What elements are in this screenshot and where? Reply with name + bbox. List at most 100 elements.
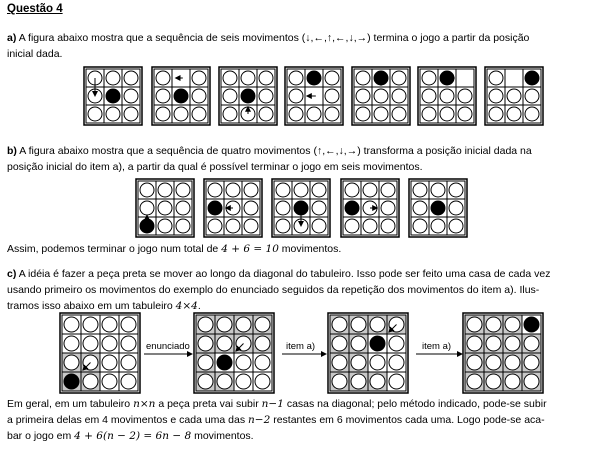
white-piece bbox=[362, 182, 378, 198]
white-piece bbox=[258, 106, 274, 122]
white-piece bbox=[369, 373, 386, 390]
white-piece bbox=[258, 70, 274, 86]
white-piece bbox=[448, 218, 464, 234]
white-piece bbox=[105, 70, 121, 86]
board bbox=[218, 66, 278, 126]
white-piece bbox=[155, 88, 171, 104]
white-piece bbox=[139, 182, 155, 198]
white-piece bbox=[306, 106, 322, 122]
white-piece bbox=[197, 354, 214, 371]
white-piece bbox=[235, 354, 252, 371]
white-piece bbox=[430, 218, 446, 234]
board bbox=[135, 178, 195, 238]
white-piece bbox=[157, 218, 173, 234]
white-piece bbox=[412, 200, 428, 216]
black-piece bbox=[105, 88, 121, 104]
white-piece bbox=[380, 218, 396, 234]
white-piece bbox=[191, 88, 207, 104]
white-piece bbox=[504, 316, 521, 333]
white-piece bbox=[391, 106, 407, 122]
white-piece bbox=[350, 335, 367, 352]
white-piece bbox=[485, 316, 502, 333]
white-piece bbox=[355, 70, 371, 86]
white-piece bbox=[87, 106, 103, 122]
white-piece bbox=[197, 335, 214, 352]
white-piece bbox=[63, 316, 80, 333]
white-piece bbox=[457, 106, 473, 122]
white-piece bbox=[388, 373, 405, 390]
white-piece bbox=[421, 106, 437, 122]
white-piece bbox=[466, 316, 483, 333]
white-piece bbox=[485, 354, 502, 371]
white-piece bbox=[123, 88, 139, 104]
white-piece bbox=[457, 88, 473, 104]
white-piece bbox=[466, 354, 483, 371]
white-piece bbox=[216, 373, 233, 390]
white-piece bbox=[331, 316, 348, 333]
white-piece bbox=[101, 373, 118, 390]
black-piece bbox=[430, 200, 446, 216]
board bbox=[83, 66, 143, 126]
white-piece bbox=[355, 88, 371, 104]
white-piece bbox=[350, 316, 367, 333]
white-piece bbox=[288, 88, 304, 104]
white-piece bbox=[175, 200, 191, 216]
white-piece bbox=[448, 200, 464, 216]
black-piece bbox=[63, 373, 80, 390]
arrow-enunciado-label: enunciado bbox=[146, 341, 190, 352]
white-piece bbox=[222, 70, 238, 86]
white-piece bbox=[488, 70, 504, 86]
white-piece bbox=[504, 335, 521, 352]
board-figures: enunciado item a) item a) bbox=[59, 66, 544, 394]
white-piece bbox=[388, 335, 405, 352]
white-piece bbox=[216, 316, 233, 333]
white-piece bbox=[101, 354, 118, 371]
white-piece bbox=[506, 88, 522, 104]
white-piece bbox=[524, 88, 540, 104]
white-piece bbox=[311, 218, 327, 234]
board bbox=[462, 312, 544, 394]
white-piece bbox=[488, 88, 504, 104]
black-piece bbox=[369, 335, 386, 352]
white-piece bbox=[362, 218, 378, 234]
black-piece bbox=[524, 70, 540, 86]
white-piece bbox=[173, 106, 189, 122]
black-piece bbox=[207, 200, 223, 216]
black-piece bbox=[523, 316, 540, 333]
white-piece bbox=[523, 354, 540, 371]
white-piece bbox=[430, 182, 446, 198]
white-piece bbox=[380, 200, 396, 216]
white-piece bbox=[191, 70, 207, 86]
white-piece bbox=[235, 316, 252, 333]
white-piece bbox=[350, 373, 367, 390]
white-piece bbox=[485, 335, 502, 352]
white-piece bbox=[197, 373, 214, 390]
white-piece bbox=[331, 373, 348, 390]
white-piece bbox=[207, 182, 223, 198]
white-piece bbox=[311, 200, 327, 216]
white-piece bbox=[63, 354, 80, 371]
black-piece bbox=[306, 70, 322, 86]
white-piece bbox=[123, 106, 139, 122]
white-piece bbox=[288, 106, 304, 122]
white-piece bbox=[391, 70, 407, 86]
white-piece bbox=[225, 218, 241, 234]
white-piece bbox=[101, 316, 118, 333]
white-piece bbox=[344, 182, 360, 198]
white-piece bbox=[523, 373, 540, 390]
white-piece bbox=[120, 354, 137, 371]
white-piece bbox=[466, 373, 483, 390]
white-piece bbox=[216, 335, 233, 352]
white-piece bbox=[155, 70, 171, 86]
white-piece bbox=[524, 106, 540, 122]
white-piece bbox=[240, 70, 256, 86]
white-piece bbox=[331, 335, 348, 352]
white-piece bbox=[243, 218, 259, 234]
board-cell bbox=[455, 68, 475, 88]
board bbox=[59, 312, 141, 394]
white-piece bbox=[120, 335, 137, 352]
board bbox=[408, 178, 468, 238]
white-piece bbox=[207, 218, 223, 234]
white-piece bbox=[324, 106, 340, 122]
white-piece bbox=[243, 200, 259, 216]
